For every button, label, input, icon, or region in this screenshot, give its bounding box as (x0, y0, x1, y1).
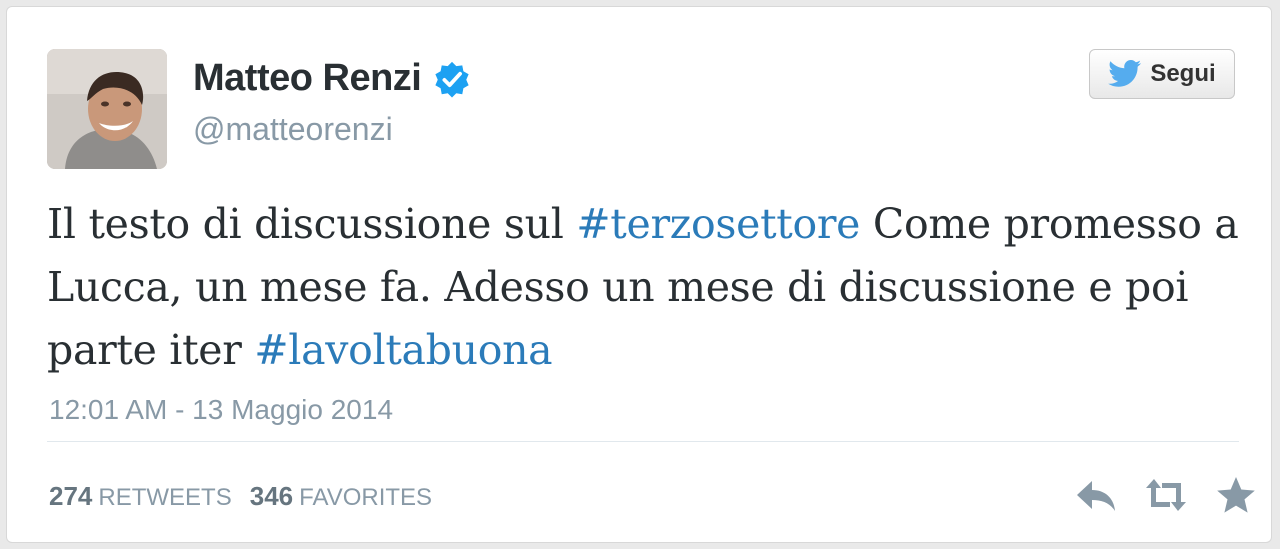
follow-button-label: Segui (1150, 60, 1216, 87)
star-icon (1217, 477, 1255, 513)
tweet-stats: 274 RETWEETS 346 FAVORITES (49, 481, 450, 512)
avatar[interactable] (47, 49, 167, 169)
twitter-bird-icon (1108, 60, 1142, 87)
retweet-icon (1146, 479, 1186, 511)
follow-button[interactable]: Segui (1089, 49, 1235, 99)
retweet-button[interactable] (1141, 473, 1191, 517)
tweet-card: Matteo Renzi @matteorenzi Segui Il testo… (6, 6, 1272, 543)
verified-badge-icon (433, 60, 471, 98)
retweets-count[interactable]: 274 (49, 481, 92, 512)
favorite-button[interactable] (1211, 473, 1261, 517)
reply-icon (1077, 481, 1115, 511)
tweet-actions (1051, 473, 1261, 517)
user-handle[interactable]: @matteorenzi (193, 111, 393, 148)
tweet-text-segment: Il testo di discussione sul (47, 200, 577, 248)
divider (47, 441, 1239, 442)
favorites-label[interactable]: FAVORITES (299, 484, 432, 512)
avatar-image (47, 49, 167, 169)
reply-button[interactable] (1071, 473, 1121, 517)
hashtag-link[interactable]: #terzosettore (576, 200, 860, 248)
hashtag-link[interactable]: #lavoltabuona (254, 326, 552, 374)
tweet-text: Il testo di discussione sul #terzosettor… (47, 193, 1247, 382)
favorites-count[interactable]: 346 (250, 481, 293, 512)
display-name-row[interactable]: Matteo Renzi (193, 57, 471, 100)
retweets-label[interactable]: RETWEETS (98, 484, 231, 512)
tweet-timestamp[interactable]: 12:01 AM - 13 Maggio 2014 (49, 394, 393, 426)
display-name[interactable]: Matteo Renzi (193, 57, 422, 100)
